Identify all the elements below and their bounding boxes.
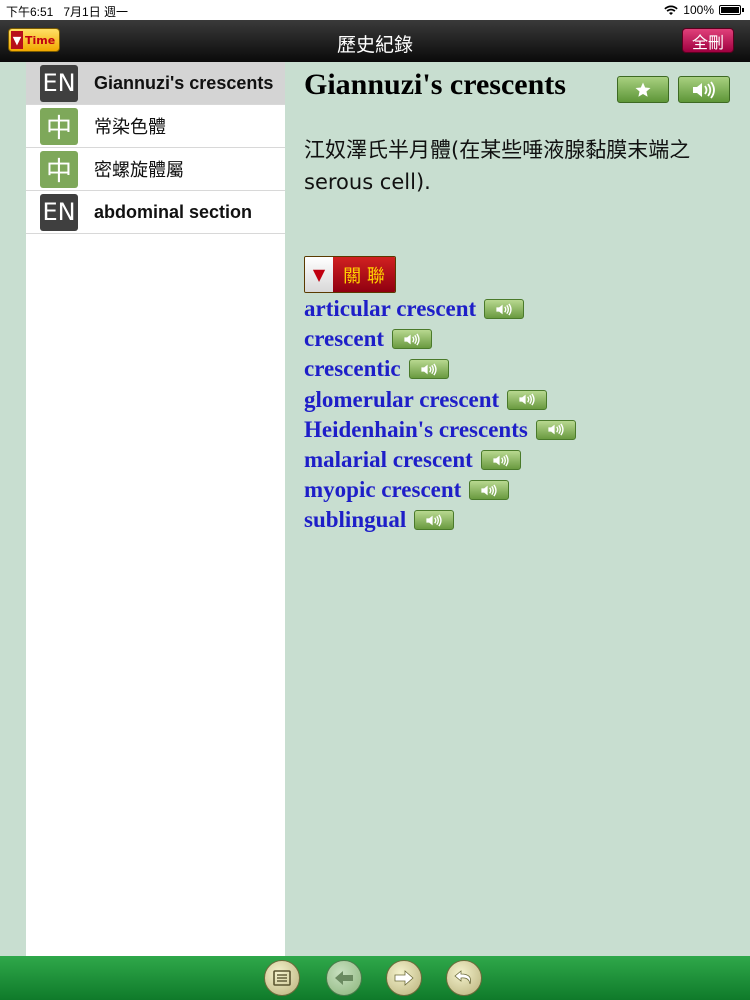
return-icon [454, 970, 471, 985]
speaker-icon [693, 80, 715, 99]
related-term-link[interactable]: Heidenhain's crescents [304, 417, 528, 443]
related-item: sublingual [304, 505, 576, 535]
related-pronounce-button[interactable] [408, 359, 449, 380]
related-pronounce-button[interactable] [507, 389, 548, 410]
history-item-label: 常染色體 [94, 117, 166, 138]
related-item: Heidenhain's crescents [304, 415, 576, 445]
entry-definition: 江奴澤氏半月體(在某些唾液腺黏膜末端之serous cell). [304, 138, 691, 194]
back-button[interactable] [326, 960, 362, 996]
status-date: 7月1日 週一 [63, 5, 129, 19]
forward-arrow-icon [394, 970, 414, 986]
back-arrow-icon [335, 971, 353, 985]
related-term-link[interactable]: crescentic [304, 356, 401, 382]
related-term-link[interactable]: sublingual [304, 507, 406, 533]
related-item: malarial crescent [304, 445, 576, 475]
history-item[interactable]: EN Giannuzi's crescents [26, 62, 285, 105]
related-label: 關 聯 [333, 257, 395, 292]
status-bar: 下午6:51 7月1日 週一 100% [0, 0, 750, 20]
related-term-link[interactable]: glomerular crescent [304, 387, 499, 413]
lang-badge-zh: 中 [40, 107, 78, 145]
list-button[interactable] [264, 960, 300, 996]
status-right: 100% [664, 3, 744, 17]
entry-detail: Giannuzi's crescents 江奴澤氏半月體(在某些唾液腺黏膜末端之… [285, 62, 750, 956]
related-item: glomerular crescent [304, 385, 576, 415]
history-item[interactable]: EN abdominal section [26, 191, 285, 234]
history-item[interactable]: 中 密螺旋體屬 [26, 148, 285, 191]
history-list: EN Giannuzi's crescents 中 常染色體 中 密螺旋體屬 E… [26, 62, 285, 956]
related-term-link[interactable]: crescent [304, 326, 384, 352]
pronounce-button[interactable] [678, 76, 730, 103]
forward-button[interactable] [386, 960, 422, 996]
favorite-button[interactable] [617, 76, 669, 103]
related-item: crescent [304, 324, 576, 354]
star-icon [635, 82, 651, 97]
related-term-link[interactable]: articular crescent [304, 296, 476, 322]
speaker-icon [481, 484, 497, 497]
speaker-icon [496, 303, 512, 316]
delete-all-button[interactable]: 全刪 [682, 28, 734, 53]
triangle-down-icon: ▼ [305, 257, 333, 292]
entry-headword: Giannuzi's crescents [304, 68, 566, 101]
speaker-icon [493, 454, 509, 466]
bottom-toolbar [0, 956, 750, 1000]
lang-badge-en: EN [40, 64, 78, 102]
related-item: crescentic [304, 354, 576, 384]
status-time: 下午6:51 [6, 5, 54, 19]
wifi-icon [664, 5, 678, 15]
speaker-icon [548, 423, 564, 436]
related-item: articular crescent [304, 294, 576, 324]
nav-bar: ▼ Time 歷史紀錄 全刪 [0, 20, 750, 62]
battery-nub [742, 8, 744, 12]
lang-badge-zh: 中 [40, 150, 78, 188]
related-pronounce-button[interactable] [535, 419, 576, 440]
related-term-link[interactable]: myopic crescent [304, 477, 461, 503]
history-item[interactable]: 中 常染色體 [26, 105, 285, 148]
history-item-label: abdominal section [94, 201, 253, 222]
related-pronounce-button[interactable] [480, 450, 521, 471]
list-icon [273, 970, 291, 986]
history-item-label: 密螺旋體屬 [94, 160, 184, 181]
related-pronounce-button[interactable] [392, 329, 433, 350]
status-time-date: 下午6:51 7月1日 週一 [6, 3, 128, 20]
return-button[interactable] [446, 960, 482, 996]
battery-icon [719, 5, 741, 15]
related-item: myopic crescent [304, 475, 576, 505]
page-title: 歷史紀錄 [336, 34, 413, 56]
lang-badge-en: EN [40, 193, 78, 231]
battery-percent: 100% [683, 3, 714, 17]
related-pronounce-button[interactable] [484, 299, 525, 320]
related-term-link[interactable]: malarial crescent [304, 447, 473, 473]
related-pronounce-button[interactable] [414, 510, 455, 531]
history-item-label: Giannuzi's crescents [94, 72, 274, 93]
speaker-icon [404, 333, 420, 346]
related-pronounce-button[interactable] [469, 480, 510, 501]
speaker-icon [426, 514, 442, 527]
speaker-icon [519, 393, 535, 406]
related-list: articular crescent crescent crescentic glom… [304, 294, 576, 536]
speaker-icon [421, 363, 437, 376]
related-toggle-button[interactable]: ▼ 關 聯 [304, 256, 396, 293]
